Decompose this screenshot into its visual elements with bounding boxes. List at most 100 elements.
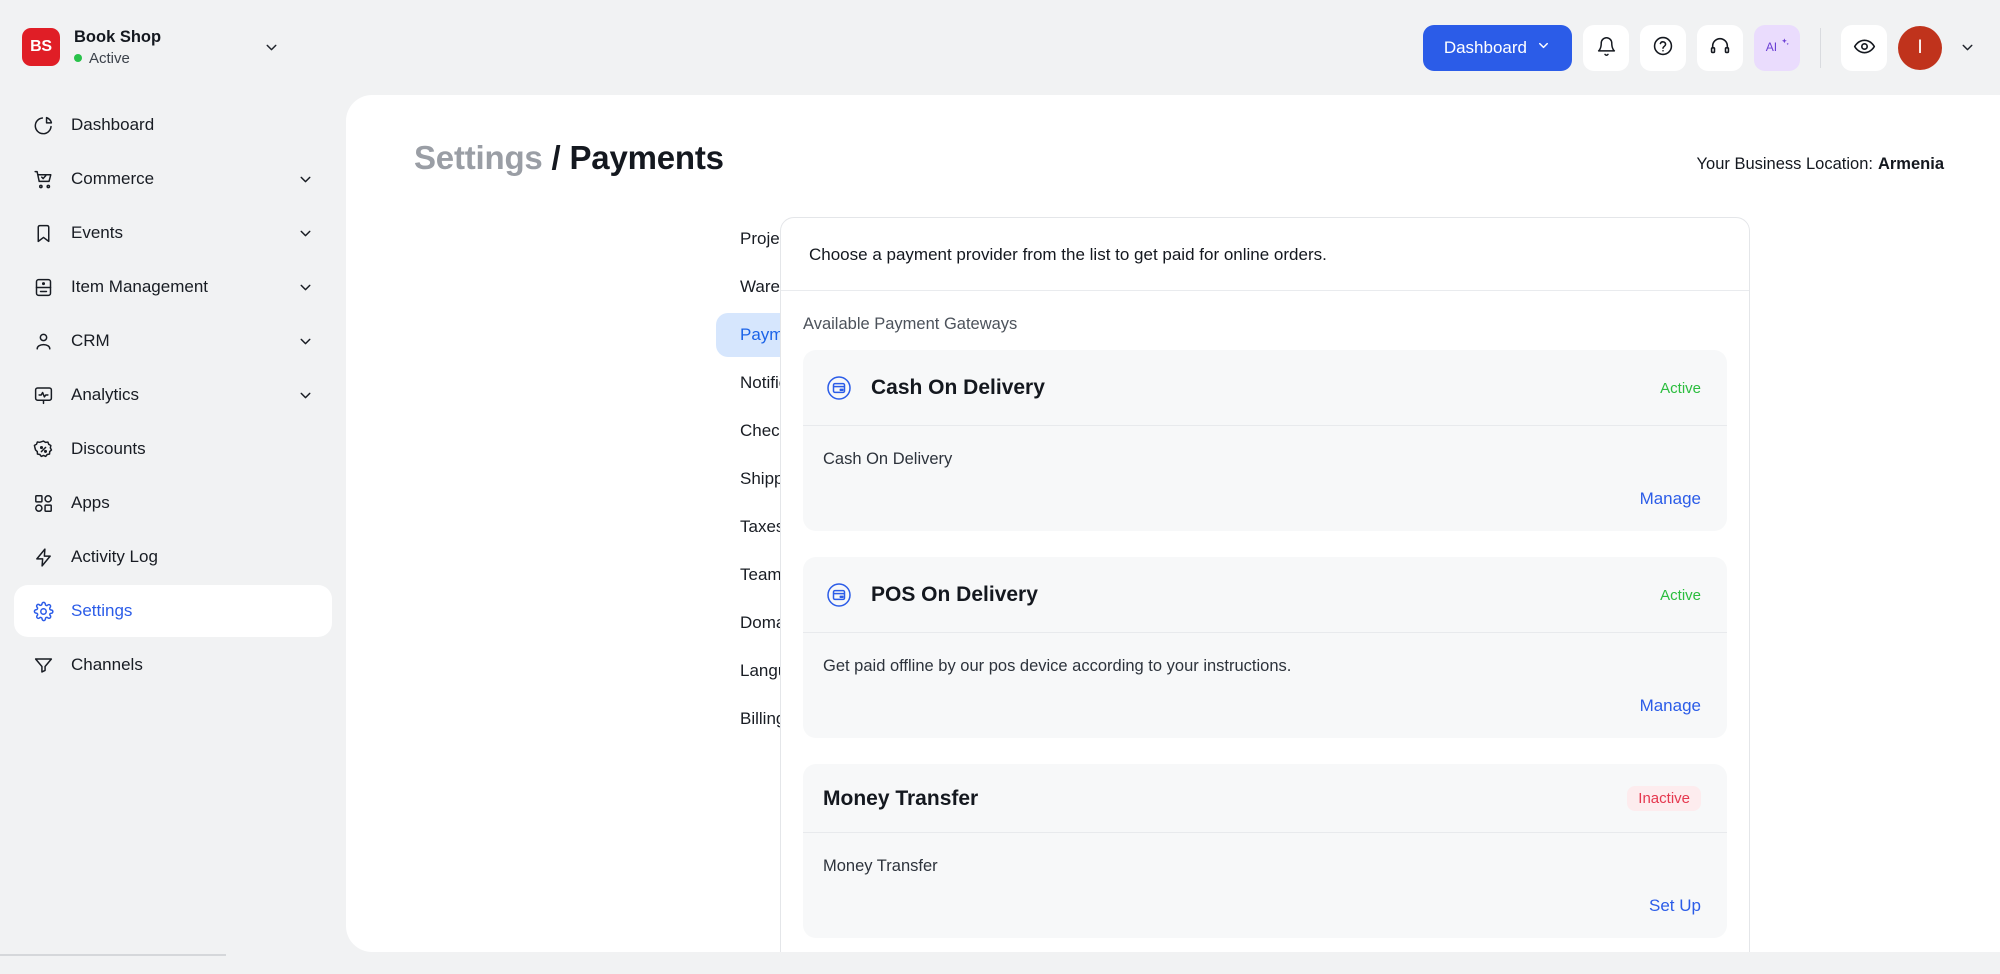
gateway-description: Money Transfer [823, 857, 938, 875]
preview-button[interactable] [1841, 24, 1887, 71]
sidebar-item-label: Discounts [71, 439, 146, 458]
payment-card-icon [823, 579, 855, 611]
gateway-footer: Manage [803, 676, 1727, 738]
sidebar-item-label: Events [71, 223, 123, 242]
sidebar-item-settings[interactable]: Settings [14, 585, 332, 637]
dashboard-button-label: Dashboard [1443, 37, 1527, 57]
chevron-down-icon [297, 225, 314, 242]
status-badge: Active [1660, 586, 1701, 604]
chevron-down-icon[interactable] [1959, 39, 1976, 56]
settings-subnav: Project Details Warehouses Payments Noti… [346, 217, 998, 952]
sidebar-item-label: CRM [71, 331, 110, 350]
content-panel: Settings / Payments Your Business Locati… [346, 95, 2000, 952]
gateway-footer: Set Up [803, 876, 1727, 938]
scrollbar-track[interactable] [0, 954, 226, 956]
chevron-down-icon [297, 387, 314, 404]
breadcrumb-separator: / [542, 139, 570, 176]
sidebar-item-item-management[interactable]: Item Management [14, 261, 332, 313]
notifications-button[interactable] [1583, 24, 1629, 71]
sidebar-item-label: Activity Log [71, 547, 158, 566]
eye-icon [1853, 35, 1876, 61]
headset-icon [1709, 35, 1731, 60]
payments-intro: Choose a payment provider from the list … [781, 218, 1749, 291]
status-badge: Active [1660, 379, 1701, 397]
gateway-card-money-transfer: Money Transfer Inactive Money Transfer S… [803, 764, 1727, 938]
lightning-bolt-icon [32, 547, 55, 568]
grid-apps-icon [32, 493, 55, 514]
sidebar-item-crm[interactable]: CRM [14, 315, 332, 367]
chevron-down-icon[interactable] [263, 39, 280, 56]
gateway-name: POS On Delivery [871, 583, 1038, 606]
gateway-header: POS On Delivery Active [803, 557, 1727, 633]
set-up-link[interactable]: Set Up [1649, 896, 1701, 916]
sidebar-item-commerce[interactable]: Commerce [14, 153, 332, 205]
sidebar-item-events[interactable]: Events [14, 207, 332, 259]
chevron-down-icon [297, 333, 314, 350]
sidebar-item-analytics[interactable]: Analytics [14, 369, 332, 421]
status-dot-icon [74, 54, 82, 63]
panel-main: Project Details Warehouses Payments Noti… [346, 177, 2000, 952]
sidebar-item-label: Item Management [71, 277, 209, 296]
page-title: Settings / Payments [414, 139, 724, 177]
sidebar-item-label: Analytics [71, 385, 140, 404]
chevron-down-icon [297, 171, 314, 188]
dashboard-button[interactable]: Dashboard [1422, 24, 1572, 71]
sidebar-item-channels[interactable]: Channels [14, 639, 332, 691]
sidebar-item-label: Channels [71, 655, 143, 674]
gateway-footer: Manage [803, 469, 1727, 531]
ai-sparkle-icon: AI [1764, 34, 1790, 61]
sidebar-item-dashboard[interactable]: Dashboard [14, 99, 332, 151]
chevron-down-icon [1536, 38, 1551, 58]
sidebar-item-label: Commerce [71, 169, 155, 188]
business-location: Your Business Location: Armenia [1697, 155, 1944, 174]
top-bar: BS Book Shop Active Dashboard AI I [0, 0, 2000, 95]
manage-link[interactable]: Manage [1640, 696, 1701, 716]
help-button[interactable] [1640, 24, 1686, 71]
body-row: Dashboard Commerce Events Item Managemen… [0, 95, 2000, 974]
funnel-icon [32, 655, 55, 676]
manage-link[interactable]: Manage [1640, 489, 1701, 509]
pie-chart-icon [32, 115, 55, 136]
gateway-header: Money Transfer Inactive [803, 764, 1727, 833]
topbar-actions: Dashboard AI I [1422, 24, 1976, 71]
brand-text: Book Shop Active [74, 28, 161, 67]
gateway-card-pos-on-delivery: POS On Delivery Active Get paid offline … [803, 557, 1727, 738]
gear-icon [32, 601, 55, 622]
payments-card: Choose a payment provider from the list … [780, 217, 1750, 952]
sidebar-item-label: Dashboard [71, 115, 155, 134]
status-badge: Inactive [1627, 786, 1701, 811]
avatar[interactable]: I [1898, 25, 1942, 70]
gateway-name: Money Transfer [823, 786, 979, 810]
brand-status-label: Active [89, 49, 130, 67]
sidebar-item-activity-log[interactable]: Activity Log [14, 531, 332, 583]
business-location-label: Your Business Location: [1696, 155, 1873, 173]
gateway-header: Cash On Delivery Active [803, 350, 1727, 426]
bell-icon [1596, 36, 1617, 60]
question-mark-icon [1652, 35, 1674, 60]
brand-switcher[interactable]: BS Book Shop Active [22, 28, 290, 67]
brand-logo: BS [22, 28, 60, 67]
shopping-cart-icon [32, 169, 55, 190]
gateway-description: Get paid offline by our pos device accor… [823, 657, 1292, 675]
sidebar-item-apps[interactable]: Apps [14, 477, 332, 529]
percent-badge-icon [32, 439, 55, 460]
user-icon [32, 331, 55, 352]
ai-assistant-button[interactable]: AI [1754, 24, 1800, 71]
breadcrumb-current: Payments [569, 139, 725, 176]
sidebar-item-label: Settings [71, 601, 133, 620]
payments-body: Available Payment Gateways Cash On Deliv… [781, 291, 1749, 938]
chevron-down-icon [297, 279, 314, 296]
available-gateways-label: Available Payment Gateways [803, 315, 1018, 333]
support-button[interactable] [1697, 24, 1743, 71]
sidebar-item-discounts[interactable]: Discounts [14, 423, 332, 475]
svg-text:AI: AI [1766, 40, 1777, 54]
gateway-card-cash-on-delivery: Cash On Delivery Active Cash On Delivery… [803, 350, 1727, 531]
breadcrumb-parent[interactable]: Settings [414, 139, 543, 176]
monitor-pulse-icon [32, 385, 55, 406]
toolbar-divider [1820, 27, 1821, 68]
brand-status: Active [74, 50, 161, 67]
gateway-description: Cash On Delivery [823, 450, 953, 468]
payment-card-icon [823, 372, 855, 404]
business-location-value: Armenia [1877, 155, 1944, 173]
sidebar-item-label: Apps [71, 493, 110, 512]
